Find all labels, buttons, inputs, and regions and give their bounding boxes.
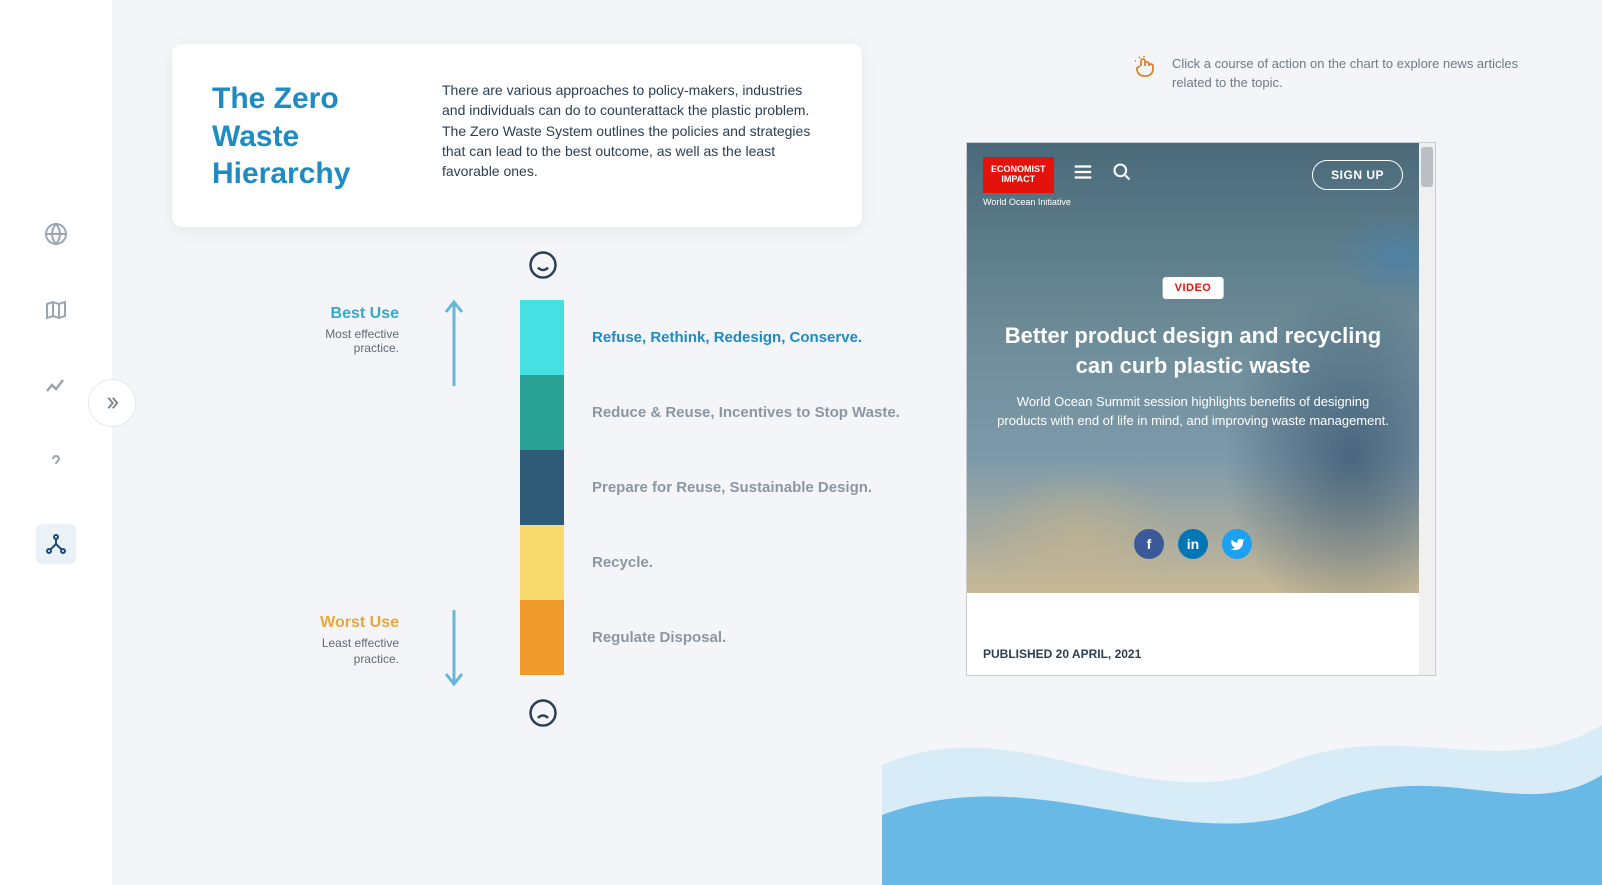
hierarchy-bars (520, 300, 564, 675)
hierarchy-label-1[interactable]: Reduce & Reuse, Incentives to Stop Waste… (592, 375, 900, 450)
arrow-up-icon (442, 298, 466, 388)
sidebar (0, 0, 112, 885)
video-tag: VIDEO (1163, 277, 1224, 299)
frown-icon (528, 698, 558, 728)
hierarchy-label-4[interactable]: Regulate Disposal. (592, 600, 900, 675)
search-icon[interactable] (1112, 162, 1132, 187)
worst-use-subtitle: Least effective practice. (279, 636, 399, 667)
trend-icon[interactable] (42, 372, 70, 400)
hierarchy-label-0[interactable]: Refuse, Rethink, Redesign, Conserve. (592, 300, 900, 375)
article-headline: Better product design and recycling can … (991, 321, 1395, 380)
hero-card: The Zero Waste Hierarchy There are vario… (172, 44, 862, 227)
hierarchy-label-3[interactable]: Recycle. (592, 525, 900, 600)
hierarchy-icon[interactable] (36, 524, 76, 564)
hierarchy-bar-3[interactable] (520, 525, 564, 600)
hero-description: There are various approaches to policy-m… (442, 80, 822, 193)
worst-use-title: Worst Use (279, 614, 399, 632)
facebook-icon[interactable]: f (1134, 529, 1164, 559)
best-use-title: Best Use (279, 305, 399, 323)
article-subheadline: World Ocean Summit session highlights be… (995, 393, 1391, 431)
article-hero: ECONOMIST IMPACT SIGN UP World Ocean Ini… (967, 143, 1419, 593)
hero-title: The Zero Waste Hierarchy (212, 80, 412, 193)
hierarchy-bar-2[interactable] (520, 450, 564, 525)
best-use-label: Best Use Most effective practice. (279, 305, 399, 355)
help-icon[interactable] (42, 448, 70, 476)
linkedin-icon[interactable]: in (1178, 529, 1208, 559)
signup-button[interactable]: SIGN UP (1312, 160, 1403, 190)
arrow-down-icon (442, 608, 466, 688)
embed-scrollbar[interactable] (1419, 143, 1435, 675)
globe-icon[interactable] (42, 220, 70, 248)
smile-icon (528, 250, 558, 280)
main-area: The Zero Waste Hierarchy There are vario… (112, 0, 1602, 885)
worst-use-label: Worst Use Least effective practice. (279, 614, 399, 667)
brand-line2: IMPACT (991, 175, 1046, 185)
sidebar-expand-toggle[interactable] (88, 379, 136, 427)
hint-text: Click a course of action on the chart to… (1172, 55, 1542, 93)
hierarchy-bar-0[interactable] (520, 300, 564, 375)
social-share: f in (1134, 529, 1252, 559)
economist-logo[interactable]: ECONOMIST IMPACT (983, 157, 1054, 193)
subbrand-text: World Ocean Initiative (983, 197, 1071, 207)
tap-icon (1132, 55, 1156, 79)
article-published: PUBLISHED 20 APRIL, 2021 (983, 647, 1141, 661)
twitter-icon[interactable] (1222, 529, 1252, 559)
embed-topbar: ECONOMIST IMPACT SIGN UP (983, 157, 1403, 193)
best-use-subtitle: Most effective practice. (279, 327, 399, 355)
hierarchy-bar-labels: Refuse, Rethink, Redesign, Conserve.Redu… (592, 300, 900, 675)
hierarchy-bar-1[interactable] (520, 375, 564, 450)
article-embed[interactable]: ECONOMIST IMPACT SIGN UP World Ocean Ini… (966, 142, 1436, 676)
hamburger-icon[interactable] (1072, 161, 1094, 188)
hierarchy-label-2[interactable]: Prepare for Reuse, Sustainable Design. (592, 450, 900, 525)
hierarchy-bar-4[interactable] (520, 600, 564, 675)
scrollbar-thumb[interactable] (1421, 147, 1433, 187)
hint-box: Click a course of action on the chart to… (1132, 55, 1542, 93)
map-icon[interactable] (42, 296, 70, 324)
